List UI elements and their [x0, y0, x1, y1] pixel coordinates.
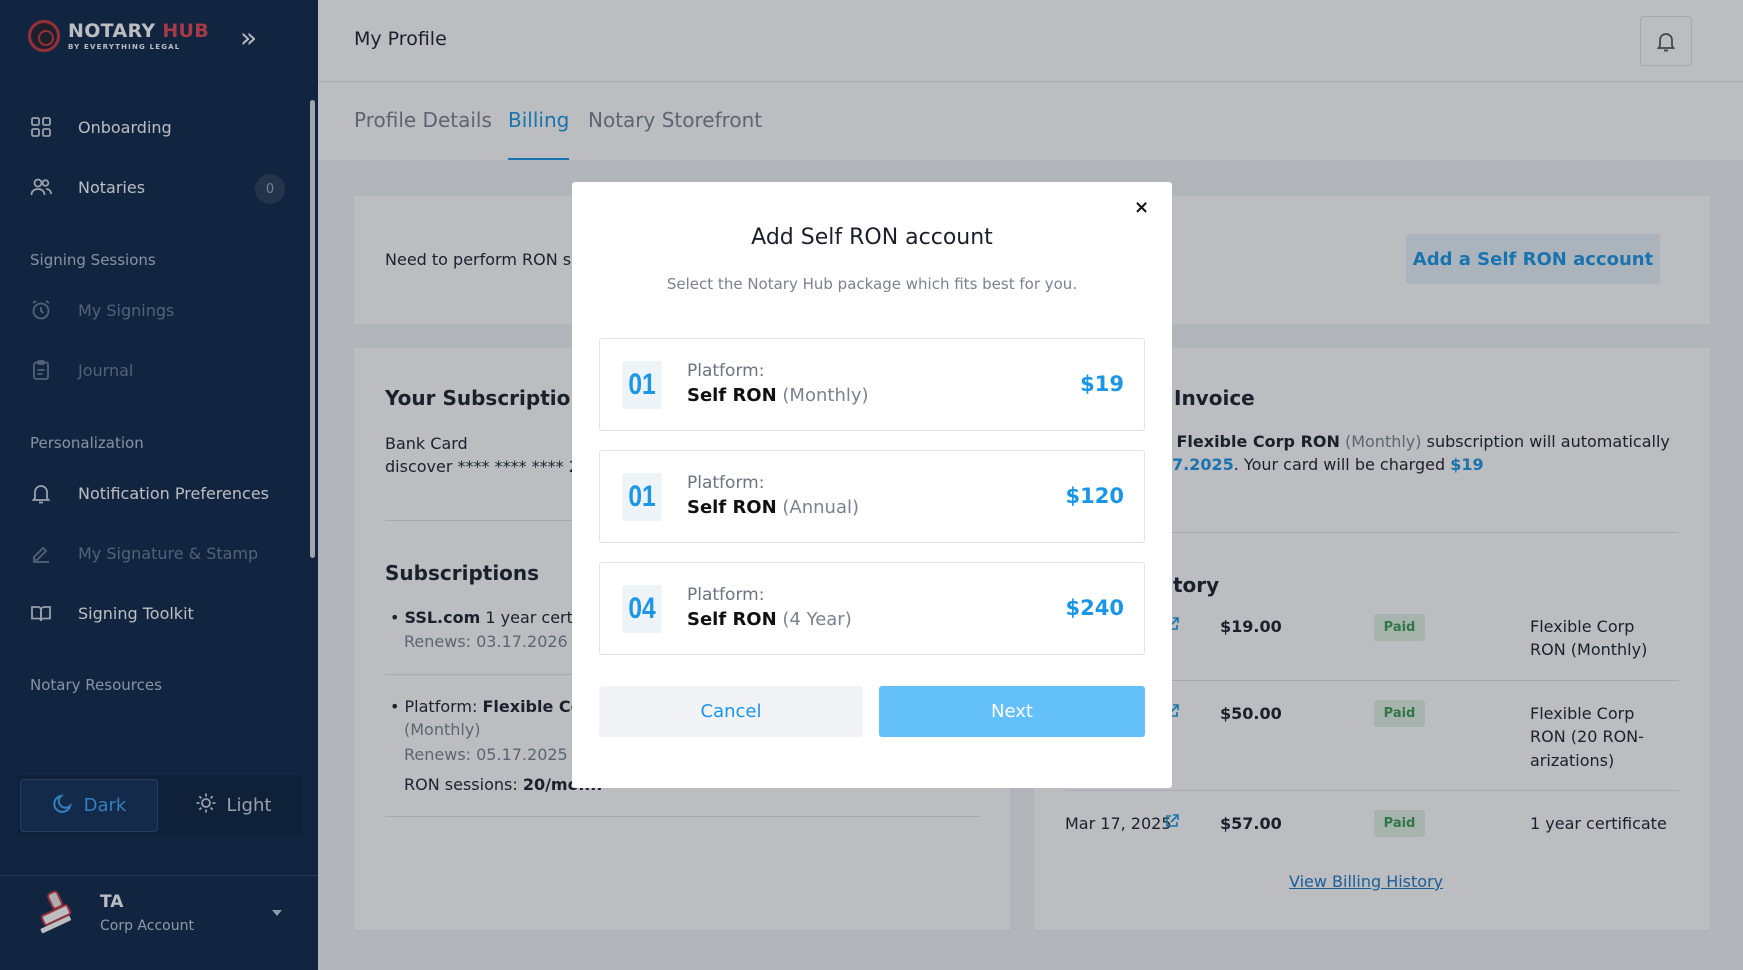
- next-button[interactable]: Next: [879, 686, 1145, 737]
- package-label: Platform:: [687, 585, 765, 605]
- package-label: Platform:: [687, 361, 765, 381]
- package-label: Platform:: [687, 473, 765, 493]
- modal-title: Add Self RON account: [751, 225, 993, 250]
- package-number: 01: [622, 473, 662, 521]
- package-number: 04: [622, 585, 662, 633]
- package-name: Self RON (4 Year): [687, 609, 852, 630]
- package-price: $240: [1065, 596, 1124, 620]
- modal-subtitle: Select the Notary Hub package which fits…: [666, 275, 1078, 293]
- package-price: $120: [1065, 484, 1124, 508]
- add-self-ron-modal: × Add Self RON account Select the Notary…: [572, 182, 1172, 788]
- package-option-monthly[interactable]: 01 Platform: Self RON (Monthly) $19: [599, 338, 1145, 431]
- package-number: 01: [622, 361, 662, 409]
- cancel-button[interactable]: Cancel: [599, 686, 863, 737]
- package-option-4-year[interactable]: 04 Platform: Self RON (4 Year) $240: [599, 562, 1145, 655]
- package-option-annual[interactable]: 01 Platform: Self RON (Annual) $120: [599, 450, 1145, 543]
- package-price: $19: [1080, 372, 1124, 396]
- package-name: Self RON (Monthly): [687, 385, 869, 406]
- package-name: Self RON (Annual): [687, 497, 860, 518]
- close-icon[interactable]: ×: [1134, 197, 1149, 218]
